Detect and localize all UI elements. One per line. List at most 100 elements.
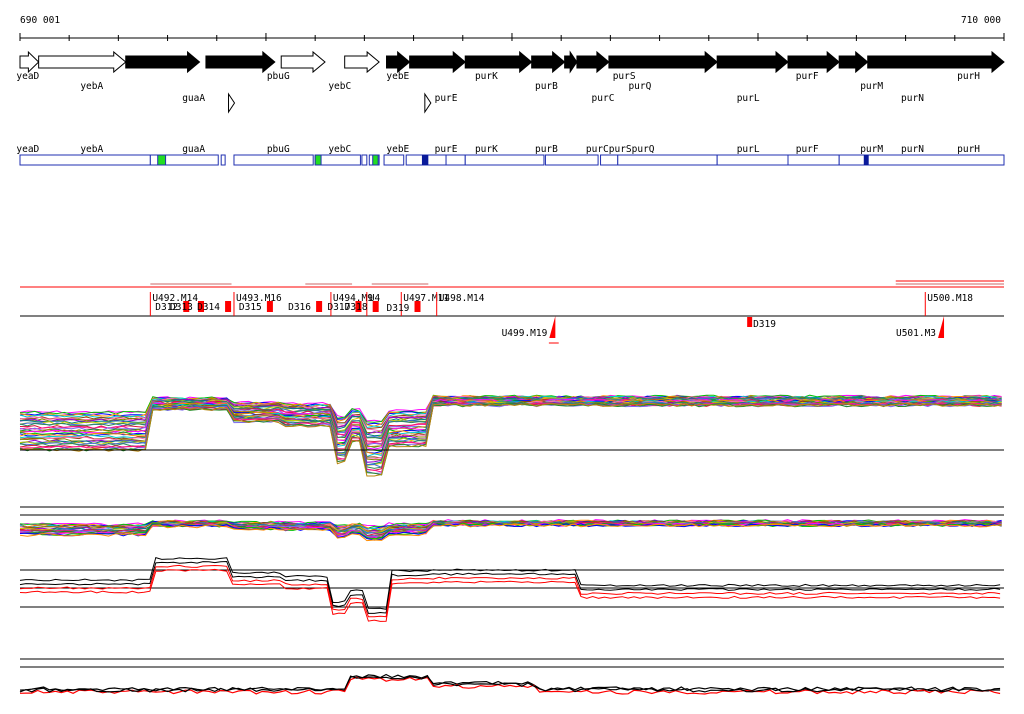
annotation-box bbox=[233, 154, 314, 166]
expression-profile-line bbox=[19, 403, 1002, 476]
downshift-marker bbox=[225, 301, 232, 312]
gene-arrow-purF bbox=[716, 50, 789, 74]
gene-arrow-yebC bbox=[280, 50, 326, 74]
gene-label-purC: purC bbox=[592, 93, 615, 104]
expression-profile-line bbox=[19, 401, 1002, 467]
expression-profile-line bbox=[19, 401, 1002, 468]
annotation-label: guaA bbox=[182, 144, 205, 155]
downshift-marker bbox=[316, 301, 323, 312]
transcription-unit-track: U492.M14 U493.M16 U494.M9U4 U497.M11U498.M1… bbox=[20, 280, 1004, 344]
annotation-label: purE bbox=[435, 144, 458, 155]
gene-label-purK: purK bbox=[475, 71, 498, 82]
gene-arrow-purL bbox=[608, 50, 718, 74]
tu-label: U501.M3 bbox=[896, 328, 936, 339]
annotation-box bbox=[361, 154, 368, 166]
tu-marker bbox=[549, 316, 556, 338]
annotation-label: purM bbox=[860, 144, 883, 155]
downshift-marker bbox=[266, 301, 273, 312]
annotation-dark-block bbox=[863, 155, 869, 165]
gene-label-yebE: yebE bbox=[386, 71, 409, 82]
gene-arrow-purE bbox=[386, 50, 411, 74]
tu-marker bbox=[938, 316, 945, 338]
gene-arrow-yebE bbox=[344, 50, 380, 74]
expression-profile-line bbox=[19, 403, 1002, 474]
annotation-box bbox=[838, 154, 869, 166]
gene-label-purN: purN bbox=[901, 93, 924, 104]
downshift-label: D315 bbox=[239, 302, 262, 313]
gene-label-pbuG: pbuG bbox=[267, 71, 290, 82]
gene-arrow-purH bbox=[867, 50, 1005, 74]
ruler-ticks bbox=[19, 33, 1005, 41]
annotation-box bbox=[19, 154, 151, 166]
gene-arrow-purQ bbox=[576, 50, 610, 74]
antisense-profiles-track bbox=[19, 506, 1004, 542]
summary-line bbox=[19, 560, 1001, 614]
downshift-label: D316 bbox=[288, 302, 311, 313]
gene-arrow-yeaD bbox=[19, 50, 40, 74]
annotation-box bbox=[383, 154, 405, 166]
expression-profiles-track bbox=[19, 394, 1004, 477]
gene-arrow-purS bbox=[564, 50, 578, 74]
downshift-marker bbox=[747, 317, 753, 327]
downshift-marker bbox=[414, 301, 421, 312]
gene-arrow-pbuG bbox=[205, 50, 276, 74]
gene-labels-track: yeaD yebA guaA pbuG yebC yebE purE purK purB purC… bbox=[16, 71, 980, 104]
expression-profile-line bbox=[19, 401, 1002, 466]
gene-label-purL: purL bbox=[737, 93, 760, 104]
annotation-label: yebA bbox=[80, 144, 103, 155]
gene-label-purQ: purQ bbox=[628, 81, 651, 92]
condition-summary-track bbox=[19, 556, 1004, 622]
bottom-summary-track bbox=[19, 658, 1004, 695]
gene-arrow-purB bbox=[464, 50, 533, 74]
annotation-label: purF bbox=[796, 144, 819, 155]
annotation-label: purH bbox=[957, 144, 980, 155]
annotation-label: purK bbox=[475, 144, 498, 155]
gene-arrow-purM bbox=[787, 50, 840, 74]
gene-arrow-guaA bbox=[125, 50, 201, 74]
downshift-label: D319 bbox=[753, 319, 776, 330]
small-open-arrow bbox=[424, 92, 432, 114]
expression-profile-line bbox=[19, 402, 1002, 477]
annotation-label: purL bbox=[737, 144, 760, 155]
annotation-label: yebE bbox=[386, 144, 409, 155]
gene-label-purH: purH bbox=[957, 71, 980, 82]
gene-label-yebA: yebA bbox=[80, 81, 103, 92]
annotation-track: yeaD yebA guaA pbuG yebC yebE purE purK purB purC… bbox=[16, 144, 1005, 166]
expression-profile-line bbox=[19, 401, 1002, 469]
annotation-box bbox=[787, 154, 840, 166]
annotation-box bbox=[445, 154, 466, 166]
expression-profile-line bbox=[19, 401, 1002, 463]
genome-browser-chart: 690 001 710 000 yeaD yebA guaA pbuG yebC yebE… bbox=[16, 15, 1005, 695]
gene-label-purB: purB bbox=[535, 81, 558, 92]
ruler-start-label: 690 001 bbox=[20, 15, 60, 26]
gene-label-purF: purF bbox=[796, 71, 819, 82]
small-open-arrow bbox=[228, 92, 236, 114]
downshift-marker bbox=[372, 301, 379, 312]
annotation-label: pbuG bbox=[267, 144, 290, 155]
gene-label-yeaD: yeaD bbox=[16, 71, 39, 82]
annotation-box bbox=[220, 154, 226, 166]
summary-line bbox=[19, 564, 1001, 618]
annotation-box bbox=[314, 154, 361, 166]
tu-label: U498.M14 bbox=[439, 293, 485, 304]
annotation-box bbox=[544, 154, 599, 166]
annotation-green-block bbox=[157, 154, 167, 166]
annotation-box bbox=[600, 154, 619, 166]
annotation-box bbox=[464, 154, 545, 166]
gene-label-yebC: yebC bbox=[328, 81, 351, 92]
downshift-label: D313 bbox=[170, 302, 193, 313]
tu-label: U499.M19 bbox=[502, 328, 548, 339]
downshift-label: D319 bbox=[387, 303, 410, 314]
annotation-label: purN bbox=[901, 144, 924, 155]
annotation-box bbox=[617, 154, 718, 166]
downshift-label: D314 bbox=[197, 302, 220, 313]
gene-label-purM: purM bbox=[860, 81, 883, 92]
expression-profile-line bbox=[19, 402, 1002, 471]
summary-line bbox=[19, 556, 1001, 610]
gene-arrow-purK bbox=[409, 50, 467, 74]
tu-label: U500.M18 bbox=[927, 293, 973, 304]
gene-arrows-track bbox=[19, 50, 1005, 114]
annotation-dark-block bbox=[421, 155, 429, 165]
gene-arrow-purC bbox=[531, 50, 566, 74]
annotation-box bbox=[867, 154, 1005, 166]
